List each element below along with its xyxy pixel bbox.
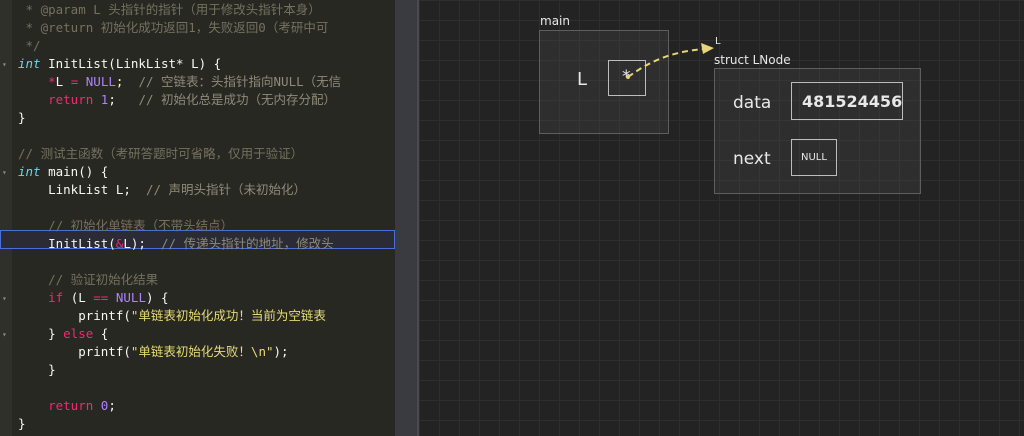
code-token: * @return 初始化成功返回1，失败返回0（考研中可 bbox=[18, 20, 329, 35]
code-token: * bbox=[48, 74, 56, 89]
code-line[interactable]: if (L == NULL) { bbox=[18, 289, 169, 307]
code-token: InitList( bbox=[18, 236, 116, 251]
code-line[interactable]: */ bbox=[18, 37, 41, 55]
code-token: ); bbox=[273, 344, 289, 359]
code-token: // 初始化单链表（不带头结点） bbox=[48, 218, 234, 233]
code-token: if bbox=[48, 290, 64, 305]
code-line[interactable]: } bbox=[18, 361, 56, 379]
code-line[interactable]: printf("单链表初始化成功！当前为空链表 bbox=[18, 307, 326, 325]
code-token: } bbox=[18, 362, 56, 377]
code-line[interactable]: * @return 初始化成功返回1，失败返回0（考研中可 bbox=[18, 19, 329, 37]
code-token: * @param L 头指针的指针（用于修改头指针本身） bbox=[18, 2, 321, 17]
code-token: InitList(LinkList* L) { bbox=[40, 56, 222, 71]
code-editor[interactable]: * @param L 头指针的指针（用于修改头指针本身） * @return 初… bbox=[0, 0, 395, 436]
code-token: int bbox=[18, 164, 41, 179]
code-line[interactable]: * @param L 头指针的指针（用于修改头指针本身） bbox=[18, 1, 321, 19]
code-token: return bbox=[48, 92, 94, 107]
fold-toggle-icon[interactable]: ▾ bbox=[2, 60, 7, 69]
code-token: LinkList L; bbox=[18, 182, 146, 197]
code-token: // 空链表：头指针指向NULL（无信 bbox=[138, 74, 342, 89]
fold-toggle-icon[interactable]: ▾ bbox=[2, 330, 7, 339]
pointer-arrow bbox=[626, 43, 714, 79]
code-line[interactable]: *L = NULL; // 空链表：头指针指向NULL（无信 bbox=[18, 73, 341, 91]
code-line[interactable]: // 测试主函数（考研答题时可省略，仅用于验证） bbox=[18, 145, 303, 163]
fold-toggle-icon[interactable]: ▾ bbox=[2, 294, 7, 303]
code-token: == bbox=[93, 290, 109, 305]
code-line[interactable]: LinkList L; // 声明头指针（未初始化） bbox=[18, 181, 306, 199]
code-token: // 初始化总是成功（无内存分配） bbox=[138, 92, 337, 107]
code-token: ) { bbox=[145, 290, 169, 305]
code-line[interactable]: } bbox=[18, 109, 26, 127]
code-token: } bbox=[18, 110, 26, 125]
code-token: // 测试主函数（考研答题时可省略，仅用于验证） bbox=[18, 146, 304, 161]
code-token: L); bbox=[123, 236, 162, 251]
pane-splitter[interactable] bbox=[395, 0, 418, 436]
code-line[interactable]: InitList(&L); // 传递头指针的地址，修改头 bbox=[18, 235, 334, 253]
code-line[interactable]: return 1; // 初始化总是成功（无内存分配） bbox=[18, 91, 336, 109]
code-line[interactable]: int InitList(LinkList* L) { bbox=[18, 55, 221, 73]
code-token: // 传递头指针的地址，修改头 bbox=[161, 236, 334, 251]
code-token: */ bbox=[18, 38, 41, 53]
code-line[interactable]: printf("单链表初始化失败！\n"); bbox=[18, 343, 289, 361]
memory-canvas[interactable]: main L * L struct LNode data 481524456 n… bbox=[419, 0, 1024, 436]
code-token: { bbox=[93, 326, 109, 341]
code-line[interactable]: // 验证初始化结果 bbox=[18, 271, 158, 289]
code-token: printf( bbox=[18, 344, 131, 359]
code-token: // 验证初始化结果 bbox=[48, 272, 159, 287]
code-token: printf( bbox=[18, 308, 131, 323]
code-token: else bbox=[63, 326, 94, 341]
code-token: ; bbox=[108, 398, 116, 413]
code-token: L bbox=[55, 74, 71, 89]
code-line[interactable]: return 0; bbox=[18, 397, 116, 415]
code-token: "单链表初始化成功！当前为空链表 bbox=[130, 308, 326, 323]
code-token: NULL bbox=[115, 290, 146, 305]
code-token: (L bbox=[63, 290, 94, 305]
code-token: int bbox=[18, 56, 41, 71]
code-token: NULL bbox=[85, 74, 116, 89]
fold-toggle-icon[interactable]: ▾ bbox=[2, 168, 7, 177]
code-token: return bbox=[48, 398, 94, 413]
code-token: ; bbox=[108, 92, 139, 107]
code-token: } bbox=[18, 416, 26, 431]
code-token: // 声明头指针（未初始化） bbox=[145, 182, 307, 197]
code-token: main() { bbox=[40, 164, 109, 179]
code-token: } bbox=[18, 326, 64, 341]
code-line[interactable]: } else { bbox=[18, 325, 108, 343]
code-line[interactable]: // 初始化单链表（不带头结点） bbox=[18, 217, 233, 235]
code-line[interactable]: int main() { bbox=[18, 163, 108, 181]
code-token: ; bbox=[115, 74, 139, 89]
code-token: "单链表初始化失败！\n" bbox=[130, 344, 274, 359]
code-line[interactable]: } bbox=[18, 415, 26, 433]
